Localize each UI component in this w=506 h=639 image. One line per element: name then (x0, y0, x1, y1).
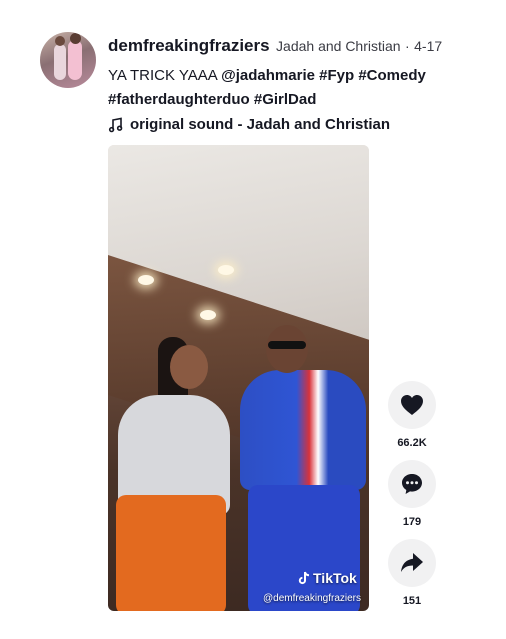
comment-count: 179 (402, 516, 422, 528)
video-person (266, 325, 308, 373)
caption-text: YA TRICK YAAA (108, 67, 217, 84)
author-line: demfreakingfraziers Jadah and Christian … (108, 36, 488, 56)
share-button[interactable] (388, 539, 436, 587)
avatar-figure (68, 40, 82, 80)
post-date: 4-17 (414, 38, 443, 54)
video-person (116, 495, 226, 611)
like-action: 66.2K (388, 381, 436, 449)
sound-label: original sound - Jadah and Christian (130, 116, 391, 133)
avatar-figure (70, 33, 81, 44)
video-player[interactable]: TikTok @demfreakingfraziers (108, 145, 369, 611)
video-person (240, 370, 366, 490)
watermark-logo: TikTok (298, 570, 357, 586)
like-button[interactable] (388, 381, 436, 429)
sound-link[interactable]: original sound - Jadah and Christian (108, 116, 488, 133)
comment-icon (402, 474, 422, 494)
hashtag-link[interactable]: #Fyp (319, 67, 354, 84)
author-nickname[interactable]: Jadah and Christian (276, 38, 401, 54)
avatar-figure (54, 44, 66, 80)
tiktok-icon (298, 571, 310, 585)
hashtag-link[interactable]: #GirlDad (254, 91, 317, 108)
like-count: 66.2K (397, 437, 427, 449)
author-avatar[interactable] (40, 32, 96, 88)
video-scene (138, 275, 154, 285)
video-scene (218, 265, 234, 275)
share-count: 151 (402, 595, 422, 607)
avatar-figure (55, 36, 65, 46)
share-action: 151 (388, 539, 436, 607)
watermark-logo-text: TikTok (313, 570, 357, 586)
hashtag-link[interactable]: #Comedy (358, 67, 426, 84)
music-note-icon (108, 117, 123, 132)
hashtag-link[interactable]: #fatherdaughterduo (108, 91, 250, 108)
post-info: demfreakingfraziers Jadah and Christian … (108, 36, 488, 133)
video-scene (200, 310, 216, 320)
author-username[interactable]: demfreakingfraziers (108, 36, 270, 55)
watermark-handle: @demfreakingfraziers (263, 593, 361, 604)
comment-action: 179 (388, 460, 436, 528)
heart-icon (401, 395, 423, 415)
post-caption: YA TRICK YAAA @jadahmarie #Fyp #Comedy #… (108, 64, 488, 112)
comment-button[interactable] (388, 460, 436, 508)
share-icon (401, 553, 423, 572)
video-person (268, 341, 306, 349)
video-person (170, 345, 208, 389)
separator-dot: · (405, 38, 410, 54)
mention-link[interactable]: @jadahmarie (221, 67, 315, 84)
